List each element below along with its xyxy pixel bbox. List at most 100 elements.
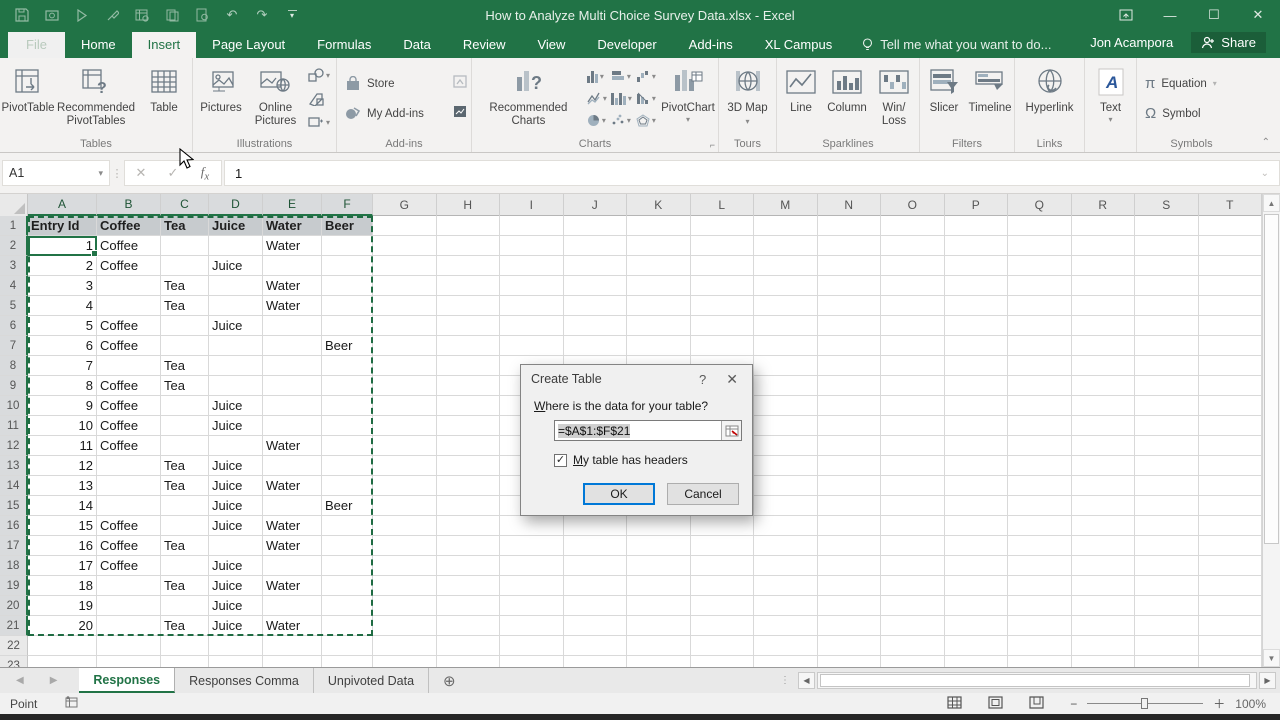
cancel-button[interactable]: Cancel — [667, 483, 739, 505]
cell-B18[interactable]: Coffee — [97, 556, 161, 576]
cell-N18[interactable] — [818, 556, 882, 576]
cell-D20[interactable]: Juice — [209, 596, 263, 616]
cell-O19[interactable] — [881, 576, 945, 596]
zoom-in-icon[interactable]: ＋ — [1213, 695, 1225, 712]
cell-T21[interactable] — [1199, 616, 1263, 636]
collapse-ribbon-icon[interactable]: ⌃ — [1262, 137, 1270, 148]
cell-B4[interactable] — [97, 276, 161, 296]
cell-O18[interactable] — [881, 556, 945, 576]
expand-formula-bar-icon[interactable]: ⌄ — [1261, 168, 1269, 179]
cell-F13[interactable] — [322, 456, 373, 476]
cell-K1[interactable] — [627, 216, 691, 236]
cell-J1[interactable] — [564, 216, 628, 236]
cell-T7[interactable] — [1199, 336, 1263, 356]
cell-E5[interactable]: Water — [263, 296, 322, 316]
cell-L17[interactable] — [691, 536, 755, 556]
cell-F2[interactable] — [322, 236, 373, 256]
share-button[interactable]: Share — [1191, 32, 1266, 53]
cell-Q19[interactable] — [1008, 576, 1072, 596]
cell-D6[interactable]: Juice — [209, 316, 263, 336]
cell-O4[interactable] — [881, 276, 945, 296]
redo-icon[interactable]: ↷ — [254, 7, 270, 23]
cell-Q11[interactable] — [1008, 416, 1072, 436]
cell-Q22[interactable] — [1008, 636, 1072, 656]
row-header-1[interactable]: 1 — [0, 216, 28, 236]
ok-button[interactable]: OK — [583, 483, 655, 505]
cell-K3[interactable] — [627, 256, 691, 276]
cell-T3[interactable] — [1199, 256, 1263, 276]
cell-I23[interactable] — [500, 656, 564, 667]
cell-T16[interactable] — [1199, 516, 1263, 536]
cell-A4[interactable]: 3 — [28, 276, 97, 296]
cell-O11[interactable] — [881, 416, 945, 436]
cell-S10[interactable] — [1135, 396, 1199, 416]
column-header-T[interactable]: T — [1199, 194, 1263, 216]
combo-chart-icon[interactable]: ▾ — [611, 88, 632, 110]
cell-B10[interactable]: Coffee — [97, 396, 161, 416]
cell-R6[interactable] — [1072, 316, 1136, 336]
cell-N1[interactable] — [818, 216, 882, 236]
cell-R22[interactable] — [1072, 636, 1136, 656]
column-header-N[interactable]: N — [818, 194, 882, 216]
slicer-button[interactable]: Slicer — [922, 61, 966, 136]
cell-O10[interactable] — [881, 396, 945, 416]
cell-C6[interactable] — [161, 316, 209, 336]
cell-T19[interactable] — [1199, 576, 1263, 596]
cell-P9[interactable] — [945, 376, 1009, 396]
column-header-D[interactable]: D — [209, 194, 263, 216]
cell-S6[interactable] — [1135, 316, 1199, 336]
cell-A1[interactable]: Entry Id — [28, 216, 97, 236]
cell-C4[interactable]: Tea — [161, 276, 209, 296]
tab-page-layout[interactable]: Page Layout — [196, 32, 301, 58]
cell-M20[interactable] — [754, 596, 818, 616]
sheet-tab-responses-comma[interactable]: Responses Comma — [175, 668, 314, 693]
row-header-20[interactable]: 20 — [0, 596, 28, 616]
cell-S21[interactable] — [1135, 616, 1199, 636]
cell-N2[interactable] — [818, 236, 882, 256]
cell-G18[interactable] — [373, 556, 437, 576]
pictures-button[interactable]: Pictures — [195, 61, 247, 136]
cell-E11[interactable] — [263, 416, 322, 436]
cell-S9[interactable] — [1135, 376, 1199, 396]
cell-M15[interactable] — [754, 496, 818, 516]
cell-B22[interactable] — [97, 636, 161, 656]
cell-O23[interactable] — [881, 656, 945, 667]
column-header-B[interactable]: B — [97, 194, 161, 216]
cell-C18[interactable] — [161, 556, 209, 576]
cell-T4[interactable] — [1199, 276, 1263, 296]
cell-C22[interactable] — [161, 636, 209, 656]
cell-H14[interactable] — [437, 476, 501, 496]
table-range-input[interactable]: =$A$1:$F$21 — [555, 424, 721, 438]
name-box[interactable]: A1 ▾ — [2, 160, 110, 186]
cell-E16[interactable]: Water — [263, 516, 322, 536]
cell-E12[interactable]: Water — [263, 436, 322, 456]
pie-chart-icon[interactable]: ▾ — [587, 110, 607, 132]
cell-E14[interactable]: Water — [263, 476, 322, 496]
cell-S18[interactable] — [1135, 556, 1199, 576]
smartart-button[interactable] — [306, 89, 332, 109]
cell-I7[interactable] — [500, 336, 564, 356]
cell-C11[interactable] — [161, 416, 209, 436]
online-pictures-button[interactable]: Online Pictures — [247, 61, 304, 136]
cell-R13[interactable] — [1072, 456, 1136, 476]
cell-Q2[interactable] — [1008, 236, 1072, 256]
cell-B19[interactable] — [97, 576, 161, 596]
cell-T11[interactable] — [1199, 416, 1263, 436]
cell-E17[interactable]: Water — [263, 536, 322, 556]
shapes-button[interactable]: ▾ — [306, 65, 332, 85]
cell-C3[interactable] — [161, 256, 209, 276]
tab-review[interactable]: Review — [447, 32, 522, 58]
cell-G19[interactable] — [373, 576, 437, 596]
column-header-J[interactable]: J — [564, 194, 628, 216]
ribbon-display-options-icon[interactable] — [1104, 0, 1148, 30]
cell-T10[interactable] — [1199, 396, 1263, 416]
cell-E15[interactable] — [263, 496, 322, 516]
cell-H10[interactable] — [437, 396, 501, 416]
cell-E4[interactable]: Water — [263, 276, 322, 296]
cell-P15[interactable] — [945, 496, 1009, 516]
page-break-preview-icon[interactable] — [1029, 696, 1044, 712]
cell-Q12[interactable] — [1008, 436, 1072, 456]
customize-qat-icon[interactable]: ▾ — [284, 7, 300, 23]
tab-view[interactable]: View — [521, 32, 581, 58]
column-header-C[interactable]: C — [161, 194, 209, 216]
